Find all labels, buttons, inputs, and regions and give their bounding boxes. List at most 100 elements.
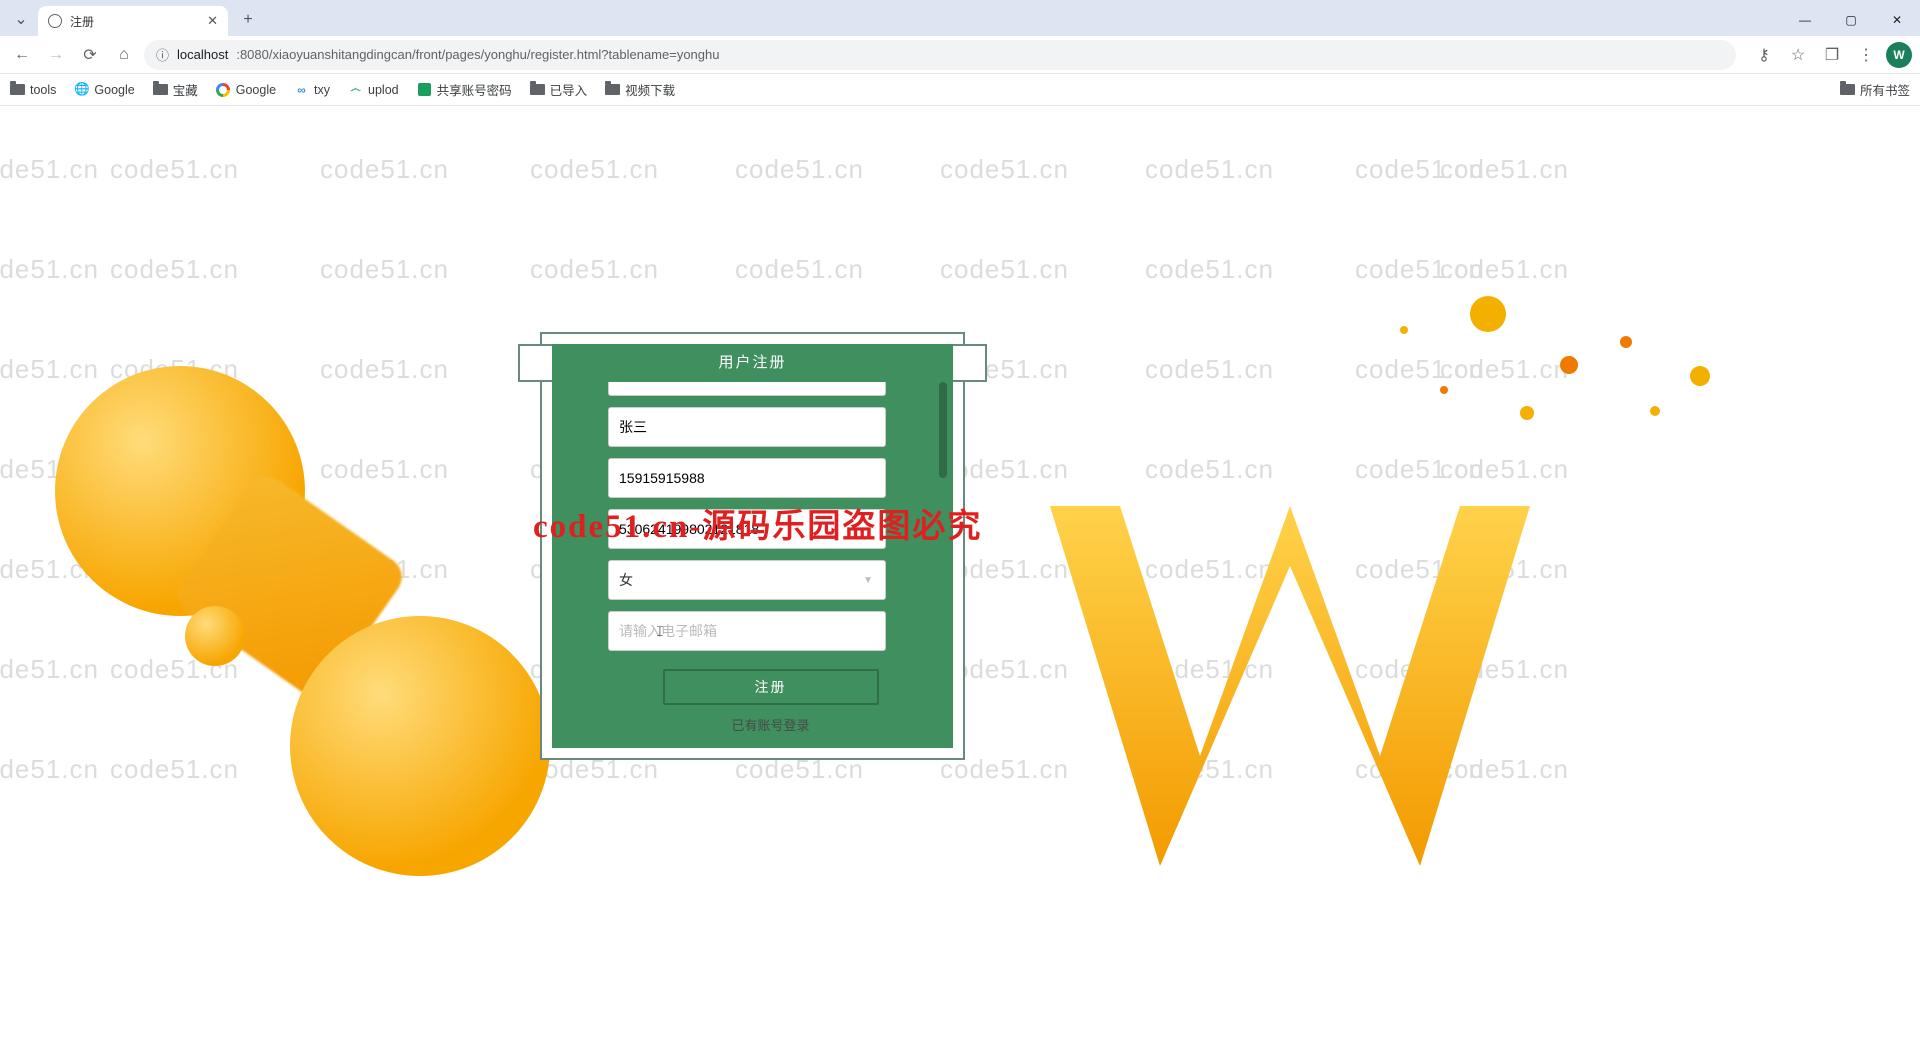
url-right-actions: ⚷ ☆ ❐ ⋮ W	[1750, 41, 1912, 69]
maximize-button[interactable]: ▢	[1828, 4, 1874, 36]
bookmark-video-download[interactable]: 视频下载	[605, 80, 675, 99]
profile-avatar[interactable]: W	[1886, 42, 1912, 68]
watermark-text: code51.cn	[320, 554, 449, 585]
name-field[interactable]	[608, 407, 886, 447]
gender-field[interactable]: 女 ▼	[608, 560, 886, 600]
watermark-text: code51.cn	[1145, 354, 1274, 385]
watermark-text: code51.cn	[1440, 354, 1569, 385]
tab-strip: ⌄ 注册 ✕ + — ▢ ✕	[0, 0, 1920, 36]
tab-title: 注册	[70, 13, 199, 30]
scrollbar-thumb[interactable]	[939, 382, 947, 478]
letter-w-graphic	[1030, 486, 1550, 886]
watermark-text: code51.cn	[0, 154, 99, 185]
register-panel: 用户注册 女 ▼	[552, 344, 953, 748]
watermark-text: code51.cn	[1355, 654, 1484, 685]
register-title-wrap: 用户注册	[552, 344, 953, 378]
watermark-text: code51.cn	[0, 254, 99, 285]
login-link[interactable]: 已有账号登录	[608, 715, 933, 734]
watermark-text: code51.cn	[1355, 154, 1484, 185]
name-input[interactable]	[619, 419, 875, 435]
register-button[interactable]: 注册	[663, 669, 879, 705]
register-form-body: 女 ▼ 𝙸 注册 已有账号登录	[552, 378, 953, 734]
tab-dropdown-icon[interactable]: ⌄	[10, 8, 32, 30]
watermark-text: code51.cn	[0, 654, 99, 685]
url-path: :8080/xiaoyuanshitangdingcan/front/pages…	[236, 47, 719, 62]
bookmark-imported[interactable]: 已导入	[530, 80, 588, 99]
globe-icon	[48, 14, 62, 28]
url-host: localhost	[177, 47, 228, 62]
watermark-text: code51.cn	[110, 154, 239, 185]
watermark-text: code51.cn	[1145, 654, 1274, 685]
new-tab-button[interactable]: +	[234, 6, 262, 34]
watermark-text: code51.cn	[320, 754, 449, 785]
bookmark-google[interactable]: Google	[216, 83, 276, 97]
browser-frame: ⌄ 注册 ✕ + — ▢ ✕ ← → ⟳ ⌂ ⓘ localhost :8080/…	[0, 0, 1920, 1038]
watermark-text: code51.cn	[1440, 554, 1569, 585]
bookmark-tools[interactable]: tools	[10, 83, 56, 97]
watermark-text: code51.cn	[1145, 754, 1274, 785]
watermark-text: code51.cn	[1355, 254, 1484, 285]
watermark-text: code51.cn	[1145, 554, 1274, 585]
close-icon[interactable]: ✕	[207, 13, 218, 29]
menu-dots-icon[interactable]: ⋮	[1852, 41, 1880, 69]
field-above-cutoff[interactable]	[608, 382, 886, 396]
watermark-text: code51.cn	[320, 654, 449, 685]
email-input[interactable]	[619, 623, 875, 639]
watermark-text: code51.cn	[940, 254, 1069, 285]
watermark-text: code51.cn	[1440, 154, 1569, 185]
watermark-text: code51.cn	[1355, 354, 1484, 385]
watermark-text: code51.cn	[530, 254, 659, 285]
watermark-text: code51.cn	[110, 754, 239, 785]
upload-icon: ෴	[348, 83, 363, 97]
register-title: 用户注册	[718, 351, 786, 372]
bookmark-shared-accounts[interactable]: 共享账号密码	[417, 80, 512, 99]
watermark-text: code51.cn	[1145, 154, 1274, 185]
home-button[interactable]: ⌂	[110, 41, 138, 69]
url-bar: ← → ⟳ ⌂ ⓘ localhost :8080/xiaoyuanshitang…	[0, 36, 1920, 74]
watermark-text: code51.cn	[1440, 754, 1569, 785]
bookmark-star-icon[interactable]: ☆	[1784, 41, 1812, 69]
email-field[interactable]: 𝙸	[608, 611, 886, 651]
close-window-button[interactable]: ✕	[1874, 4, 1920, 36]
chevron-down-icon: ▼	[863, 575, 873, 586]
back-button[interactable]: ←	[8, 41, 36, 69]
watermark-text: code51.cn	[110, 254, 239, 285]
minimize-button[interactable]: —	[1782, 4, 1828, 36]
bookmark-treasure[interactable]: 宝藏	[153, 80, 198, 99]
bookmark-txy[interactable]: ∞txy	[294, 83, 330, 97]
lock-icon	[418, 83, 431, 96]
bookmark-upload[interactable]: ෴uplod	[348, 83, 399, 97]
watermark-text: code51.cn	[0, 354, 99, 385]
url-input[interactable]: ⓘ localhost :8080/xiaoyuanshitangdingcan/…	[144, 40, 1736, 70]
phone-field[interactable]	[608, 458, 886, 498]
bookmark-google-site[interactable]: 🌐Google	[74, 83, 134, 97]
watermark-text: code51.cn	[320, 454, 449, 485]
watermark-text: code51.cn	[1440, 254, 1569, 285]
idcard-input[interactable]	[619, 521, 875, 537]
watermark-text: code51.cn	[940, 154, 1069, 185]
watermark-text: code51.cn	[735, 254, 864, 285]
watermark-text: code51.cn	[1355, 454, 1484, 485]
phone-input[interactable]	[619, 470, 875, 486]
forward-button[interactable]: →	[42, 41, 70, 69]
window-controls: — ▢ ✕	[1782, 4, 1920, 36]
watermark-text: code51.cn	[320, 254, 449, 285]
watermark-text: code51.cn	[320, 154, 449, 185]
extensions-icon[interactable]: ❐	[1818, 41, 1846, 69]
watermark-text: code51.cn	[1440, 454, 1569, 485]
watermark-text: code51.cn	[320, 354, 449, 385]
tab-current[interactable]: 注册 ✕	[38, 6, 228, 36]
watermark-text: code51.cn	[110, 454, 239, 485]
watermark-text: code51.cn	[1355, 754, 1484, 785]
reload-button[interactable]: ⟳	[76, 41, 104, 69]
gender-value: 女	[619, 570, 633, 590]
watermark-text: code51.cn	[1355, 554, 1484, 585]
google-icon	[216, 83, 230, 97]
watermark-text: code51.cn	[110, 354, 239, 385]
idcard-field[interactable]	[608, 509, 886, 549]
password-key-icon[interactable]: ⚷	[1750, 41, 1778, 69]
all-bookmarks[interactable]: 所有书签	[1840, 80, 1910, 99]
watermark-text: code51.cn	[530, 154, 659, 185]
watermark-text: code51.cn	[1145, 254, 1274, 285]
site-info-icon[interactable]: ⓘ	[156, 45, 169, 64]
